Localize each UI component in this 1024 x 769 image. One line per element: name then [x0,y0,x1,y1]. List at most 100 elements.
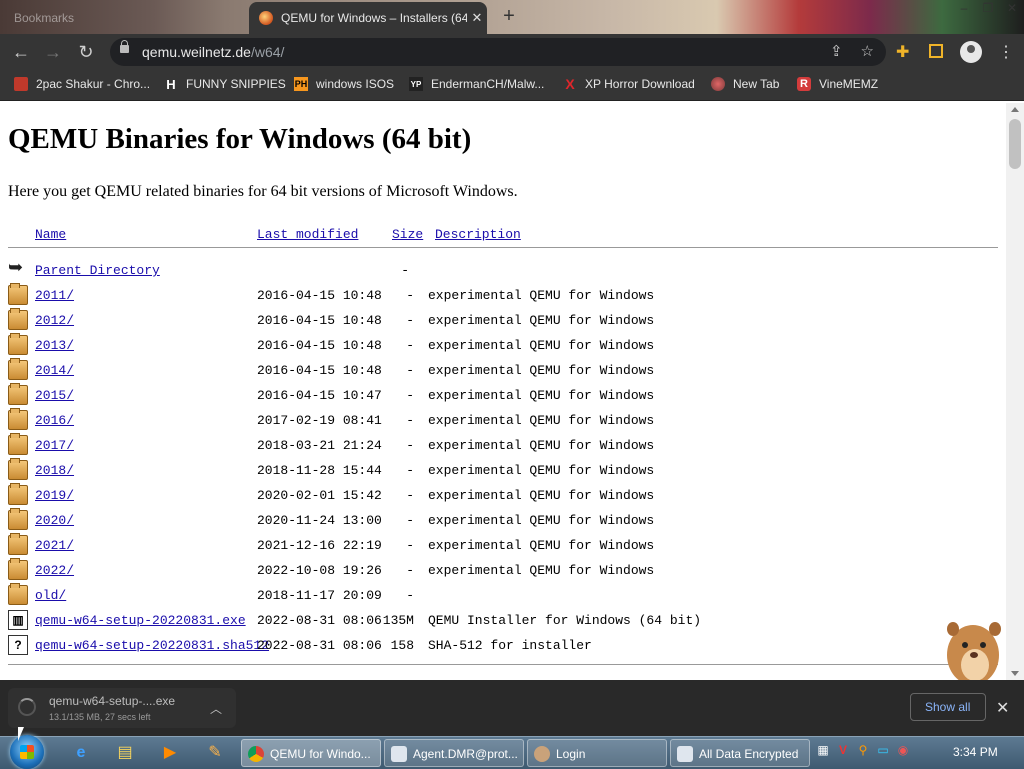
scroll-down-icon[interactable] [1011,671,1019,676]
file-explorer-icon[interactable]: ▤ [112,741,138,765]
taskbar-item-encrypted[interactable]: All Data Encrypted [670,739,810,767]
taskbar-item-login[interactable]: Login [527,739,667,767]
file-size: - [406,388,414,403]
file-size: 158 [390,638,414,653]
tray-search-icon[interactable]: ⚲ [855,743,871,761]
file-name-link[interactable]: 2011/ [35,288,74,303]
tab-active[interactable]: QEMU for Windows – Installers (64 bit) ✕ [249,2,487,34]
file-name-link[interactable]: qemu-w64-setup-20220831.exe [35,613,246,628]
file-name-link[interactable]: 2014/ [35,363,74,378]
chevron-up-icon[interactable]: ︿ [210,700,222,717]
forward-icon[interactable]: → [42,41,64,63]
profile-avatar-icon[interactable] [960,41,982,63]
bookmark-item[interactable]: 2pac Shakur - Chro... [14,77,150,91]
bookmark-item[interactable]: YP EndermanCH/Malw... [409,77,544,91]
tab-bookmarks[interactable]: Bookmarks [0,2,246,34]
paint-icon[interactable]: ✎ [202,741,228,765]
file-name-link[interactable]: qemu-w64-setup-20220831.sha512 [35,638,269,653]
file-name-link[interactable]: 2022/ [35,563,74,578]
bookmark-item[interactable]: New Tab [711,77,779,91]
file-name-link[interactable]: 2016/ [35,413,74,428]
table-row: 2012/2016-04-15 10:48 - experimental QEMU … [0,308,1000,335]
file-name-link[interactable]: 2015/ [35,388,74,403]
file-description: experimental QEMU for Windows [428,538,655,553]
file-modified: 2016-04-15 10:48 [257,288,382,303]
bookmark-item[interactable]: H FUNNY SNIPPIES [164,77,286,92]
column-size-link[interactable]: Size [392,227,423,242]
close-tab-icon[interactable]: ✕ [467,10,487,26]
globe-icon [711,77,725,91]
tray-display-icon[interactable]: ▭ [875,743,891,761]
side-panel-icon[interactable] [929,44,943,58]
file-name-link[interactable]: 2021/ [35,538,74,553]
close-download-bar-icon[interactable]: ✕ [996,698,1009,718]
media-player-icon[interactable]: ▶ [157,741,183,765]
table-row: 2011/2016-04-15 10:48 - experimental QEMU … [0,283,1000,310]
scroll-up-icon[interactable] [1011,107,1019,112]
reload-icon[interactable]: ↻ [75,41,97,63]
file-modified: 2022-08-31 08:06 [257,638,382,653]
file-size: - [406,413,414,428]
back-icon[interactable]: ← [10,41,32,63]
file-name-link[interactable]: old/ [35,588,66,603]
share-icon[interactable]: ⇪ [830,42,843,60]
folder-icon [8,383,28,405]
address-bar[interactable]: qemu.weilnetz.de/w64/ ⇪ ☆ [110,38,886,66]
folder-icon [8,458,28,480]
extensions-puzzle-icon[interactable]: ✚ [896,42,909,62]
maximize-icon[interactable]: ❐ [976,0,1000,18]
user-icon [534,746,550,762]
taskbar-item-chrome[interactable]: QEMU for Windo... [241,739,381,767]
page-content: QEMU Binaries for Windows (64 bit) Here … [0,103,1006,680]
bookmark-item[interactable]: R VineMEMZ [797,77,878,91]
parent-directory-row: ➥ Parent Directory - [0,260,1000,285]
file-description: experimental QEMU for Windows [428,438,655,453]
bookmark-item[interactable]: X XP Horror Download [563,76,695,92]
file-name-link[interactable]: 2017/ [35,438,74,453]
lock-icon[interactable] [120,40,129,53]
scroll-thumb[interactable] [1009,119,1021,169]
taskbar-clock[interactable]: 3:34 PM [953,745,998,759]
table-row: 2020/2020-11-24 13:00 - experimental QEMU … [0,508,1000,535]
x-icon: X [565,76,575,92]
file-size: 135M [382,613,414,628]
column-modified-link[interactable]: Last modified [257,227,358,242]
file-modified: 2016-04-15 10:47 [257,388,382,403]
mouse-cursor-icon [18,727,24,741]
bookmark-item[interactable]: PH windows ISOS [294,77,394,91]
back-arrow-icon: ➥ [8,259,24,279]
download-item[interactable]: qemu-w64-setup-....exe 13.1/135 MB, 27 s… [8,688,236,728]
chrome-icon [248,746,264,762]
tray-media-icon[interactable]: ◉ [895,743,911,761]
menu-kebab-icon[interactable]: ⋮ [998,42,1014,62]
file-name-link[interactable]: 2012/ [35,313,74,328]
file-name-link[interactable]: 2018/ [35,463,74,478]
vertical-scrollbar[interactable] [1006,103,1024,680]
file-name-link[interactable]: 2020/ [35,513,74,528]
table-row: 2014/2016-04-15 10:48 - experimental QEMU … [0,358,1000,385]
bookmark-star-icon[interactable]: ☆ [861,42,874,60]
column-name-link[interactable]: Name [35,227,66,242]
file-name-link[interactable]: 2013/ [35,338,74,353]
taskbar-item-agent[interactable]: Agent.DMR@prot... [384,739,524,767]
parent-directory-link[interactable]: Parent Directory [35,263,160,278]
table-row: 2017/2018-03-21 21:24 - experimental QEMU … [0,433,1000,460]
url-path: /w64/ [250,44,285,60]
file-name-link[interactable]: 2019/ [35,488,74,503]
table-row: 2021/2021-12-16 22:19 - experimental QEMU … [0,533,1000,560]
minimize-icon[interactable]: – [952,0,976,18]
folder-icon [8,308,28,330]
internet-explorer-icon[interactable]: e [68,741,94,765]
tray-v-icon[interactable]: V [835,743,851,761]
close-window-icon[interactable]: ✕ [1000,0,1024,18]
taskbar-item-label: All Data Encrypted [699,747,799,761]
file-modified: 2020-02-01 15:42 [257,488,382,503]
tray-app-icon[interactable]: ▦ [815,743,831,761]
file-description: experimental QEMU for Windows [428,363,655,378]
file-description: experimental QEMU for Windows [428,563,655,578]
show-all-button[interactable]: Show all [910,693,986,721]
start-button[interactable] [10,735,44,769]
folder-icon [8,483,28,505]
column-description-link[interactable]: Description [435,227,521,242]
new-tab-button[interactable]: + [498,6,520,28]
